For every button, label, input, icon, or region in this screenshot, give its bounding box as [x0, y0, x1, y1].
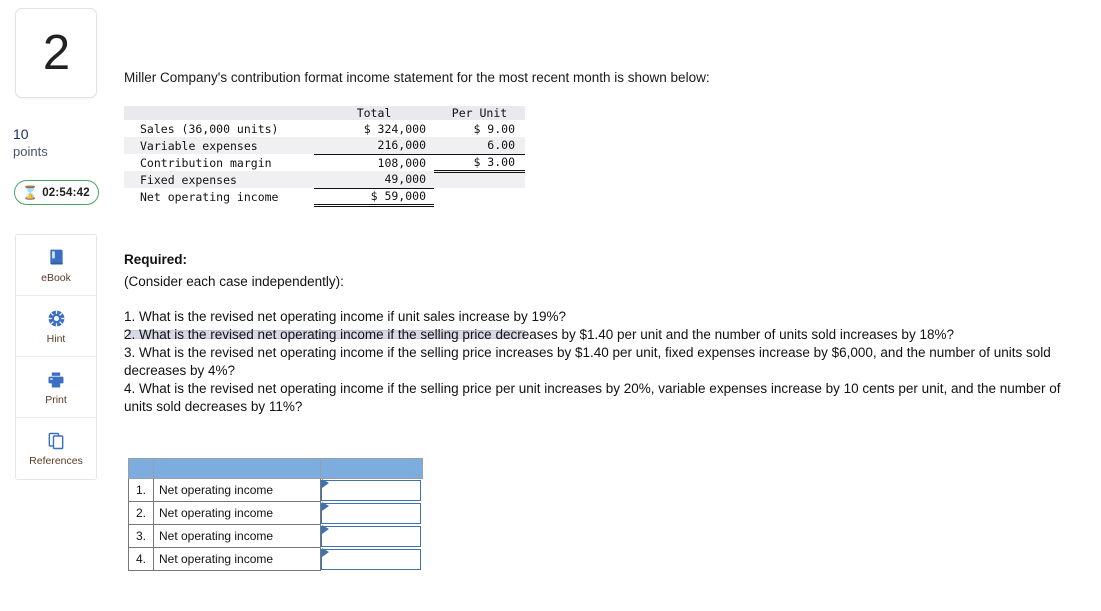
answer-header-num [128, 458, 154, 479]
question-item-3: 3. What is the revised net operating inc… [124, 345, 1051, 378]
answer-input-cell [320, 478, 423, 502]
income-total: 49,000 [314, 171, 434, 189]
printer-icon [45, 369, 67, 391]
answer-header-label [153, 458, 321, 479]
answer-input-4[interactable] [321, 548, 421, 570]
income-row-fixed-expenses: Fixed expenses 49,000 [124, 171, 525, 189]
income-total: $ 324,000 [363, 121, 426, 136]
income-label: Variable expenses [140, 138, 258, 153]
question-page: 2 10 points ⌛ 02:54:42 eBook Hint Print … [0, 0, 1101, 611]
points-value: 10 [13, 126, 29, 142]
tool-stack: eBook Hint Print References [15, 234, 97, 480]
income-per-unit: 6.00 [434, 137, 525, 155]
answer-row-number: 2. [128, 501, 154, 525]
answer-table: 1. Net operating income 2. Net operating… [128, 458, 423, 571]
income-label: Fixed expenses [140, 172, 237, 187]
income-label: Net operating income [140, 189, 279, 204]
hint-icon [45, 308, 67, 330]
income-row-contribution-margin: Contribution margin 108,000 $ 3.00 [124, 154, 525, 173]
income-label: Contribution margin [140, 155, 272, 170]
question-item-2: 2. What is the revised net operating inc… [124, 327, 954, 342]
table-row: 3. Net operating income [128, 524, 423, 548]
answer-input-cell [320, 524, 423, 548]
question-number: 2 [42, 25, 70, 80]
timer-badge: ⌛ 02:54:42 [14, 180, 99, 205]
flag-icon [322, 547, 329, 557]
hint-button[interactable]: Hint [16, 296, 96, 357]
income-statement: Total Per Unit Sales (36,000 units) $ 32… [124, 106, 525, 339]
income-label: Sales (36,000 units) [140, 121, 279, 136]
answer-input-3[interactable] [321, 525, 421, 547]
intro-text: Miller Company's contribution format inc… [124, 70, 710, 85]
income-statement-table: Total Per Unit Sales (36,000 units) $ 32… [124, 106, 525, 207]
required-subtitle: (Consider each case independently): [124, 274, 344, 289]
timer-value: 02:54:42 [42, 186, 90, 199]
question-list: 1. What is the revised net operating inc… [124, 308, 1064, 416]
answer-row-number: 1. [128, 478, 154, 502]
main-content: Miller Company's contribution format inc… [124, 0, 1101, 611]
income-header-blank [124, 106, 314, 120]
income-header-total: Total [356, 106, 392, 120]
flag-icon [322, 479, 329, 488]
left-rail: 2 10 points ⌛ 02:54:42 eBook Hint Print … [0, 0, 120, 611]
references-icon [45, 430, 67, 452]
income-total: $ 59,000 [314, 188, 434, 207]
answer-row-number: 4. [128, 547, 154, 571]
hint-label: Hint [46, 332, 66, 345]
question-item-1: 1. What is the revised net operating inc… [124, 309, 566, 324]
income-header-per-unit: Per Unit [451, 106, 508, 120]
income-per-unit: $ 3.00 [434, 154, 525, 173]
flag-icon [322, 524, 329, 534]
question-item-4: 4. What is the revised net operating inc… [124, 381, 1061, 414]
income-row-sales: Sales (36,000 units) $ 324,000 $ 9.00 [124, 120, 525, 137]
ebook-label: eBook [41, 271, 71, 284]
answer-row-number: 3. [128, 524, 154, 548]
points-label: points [13, 143, 48, 159]
income-total: 108,000 [377, 155, 426, 170]
answer-input-cell [320, 501, 423, 525]
print-button[interactable]: Print [16, 357, 96, 418]
answer-input-cell [320, 547, 423, 571]
income-total: 216,000 [314, 137, 434, 155]
references-button[interactable]: References [16, 418, 96, 479]
income-row-variable-expenses: Variable expenses 216,000 6.00 [124, 137, 525, 155]
hourglass-icon: ⌛ [22, 185, 39, 200]
answer-input-2[interactable] [321, 502, 421, 524]
answer-row-label: Net operating income [153, 524, 321, 548]
question-number-card: 2 [15, 8, 97, 98]
ebook-icon [45, 247, 67, 269]
points-block: 10 points [13, 126, 48, 160]
answer-header-value [320, 458, 423, 479]
references-label: References [29, 455, 83, 467]
income-per-unit [434, 188, 525, 205]
answer-header-row [128, 458, 423, 479]
income-per-unit [434, 171, 525, 188]
table-row: 2. Net operating income [128, 501, 423, 525]
table-row: 1. Net operating income [128, 478, 423, 502]
answer-input-1[interactable] [321, 479, 421, 501]
flag-icon [322, 501, 329, 511]
required-title: Required: [124, 252, 188, 267]
answer-table-wrap: 1. Net operating income 2. Net operating… [128, 458, 423, 571]
income-per-unit: $ 9.00 [473, 121, 515, 136]
income-header-row: Total Per Unit [124, 106, 525, 120]
answer-row-label: Net operating income [153, 547, 321, 571]
ebook-button[interactable]: eBook [16, 235, 96, 296]
income-row-net-operating-income: Net operating income $ 59,000 [124, 188, 525, 207]
table-row: 4. Net operating income [128, 547, 423, 571]
answer-row-label: Net operating income [153, 501, 321, 525]
print-label: Print [45, 393, 67, 406]
answer-row-label: Net operating income [153, 478, 321, 502]
